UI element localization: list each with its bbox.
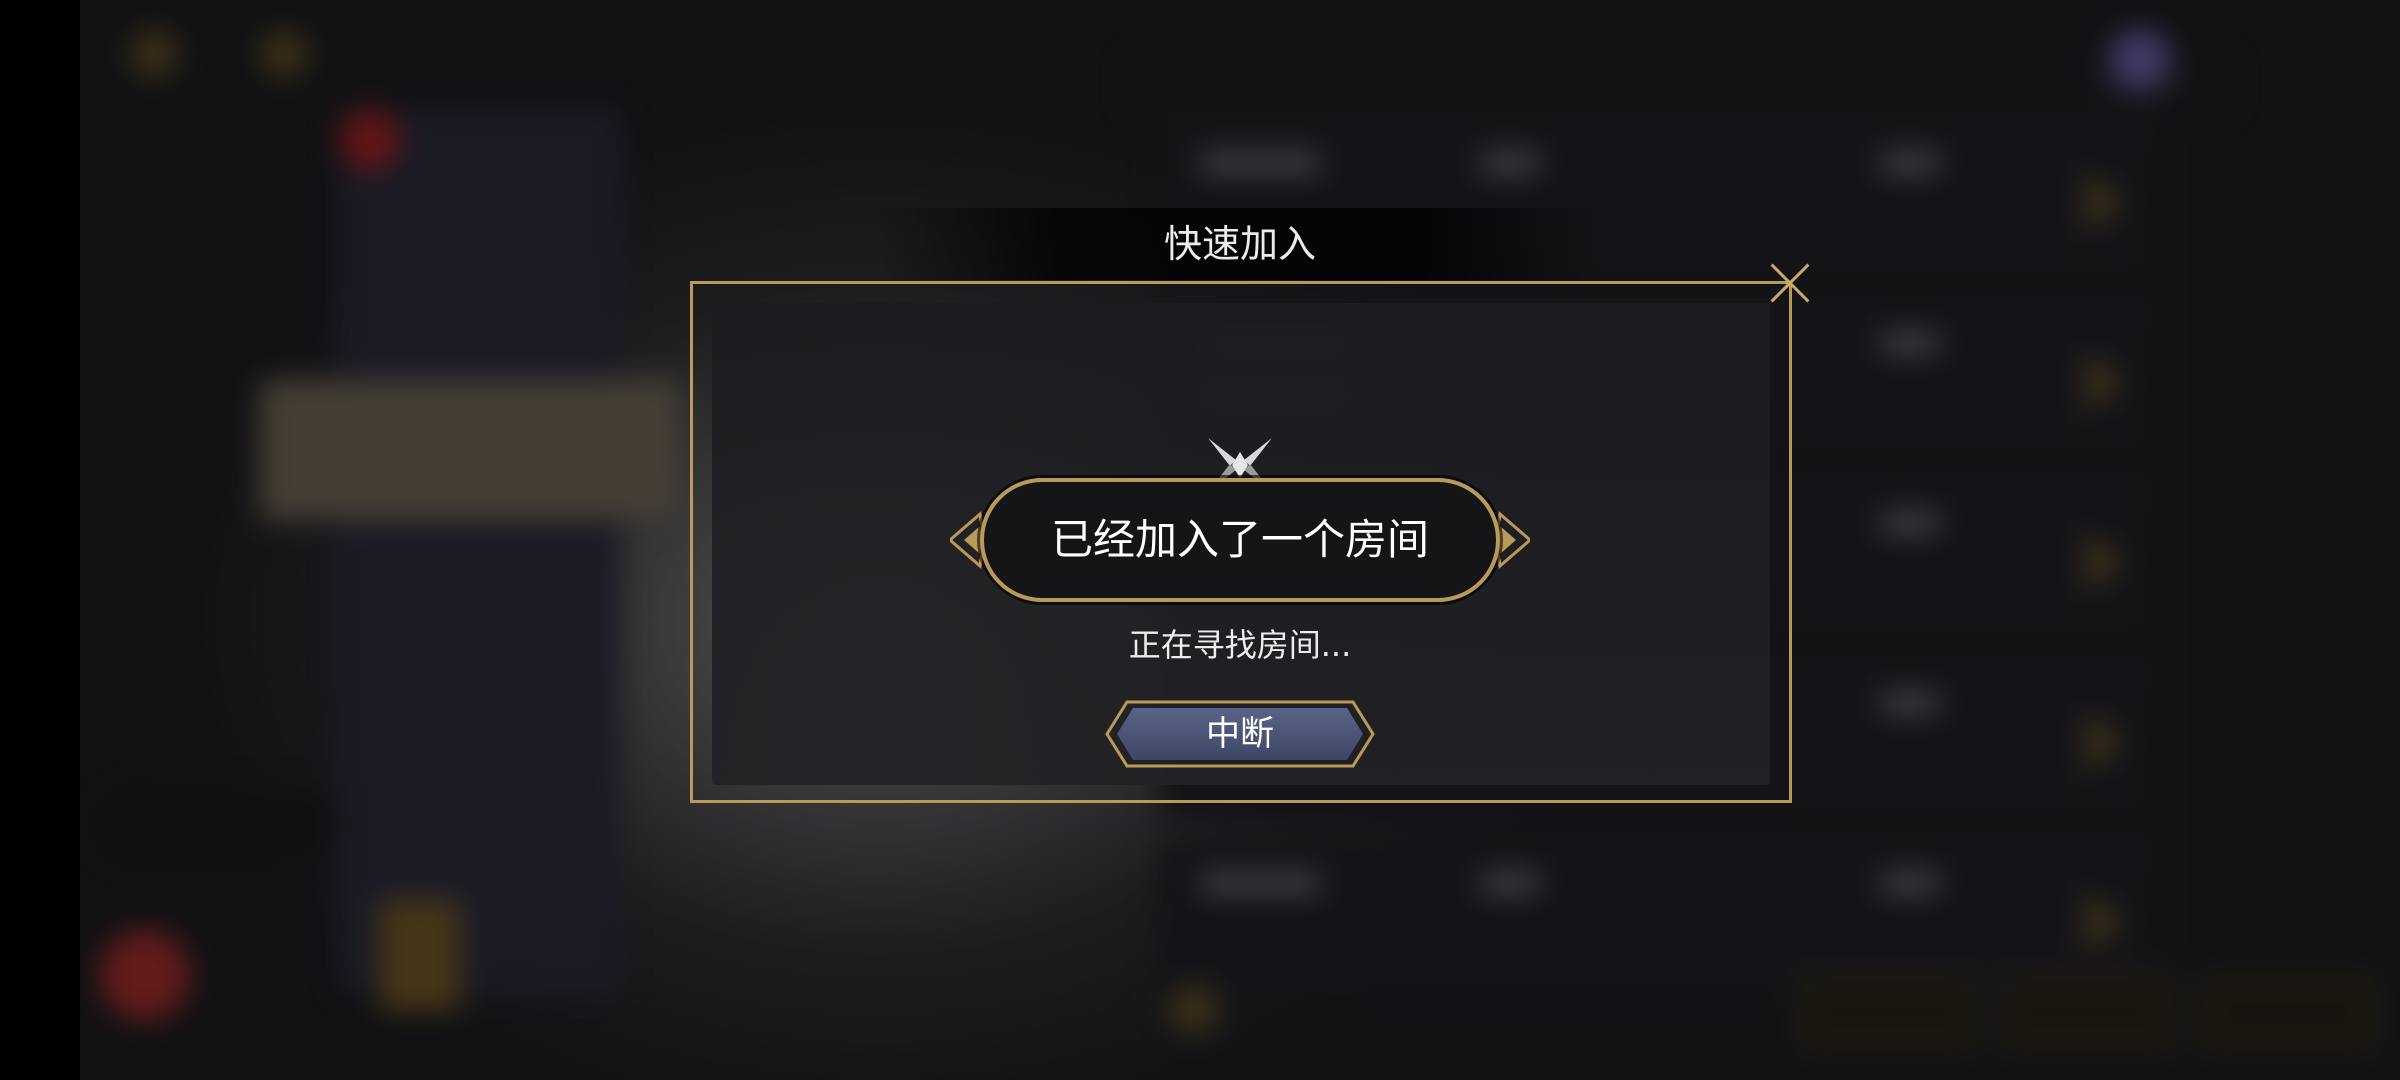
screen: 快速加入 已经加入了一个房间 正在寻找房间... 中断 xyxy=(0,0,2400,1080)
progress-text: 正在寻找房间... xyxy=(1128,626,1352,664)
interrupt-button[interactable]: 中断 xyxy=(1103,698,1377,770)
interrupt-button-label: 中断 xyxy=(1206,714,1274,754)
dialog-title: 快速加入 xyxy=(1163,222,1316,266)
status-message: 已经加入了一个房间 xyxy=(1050,515,1429,564)
status-banner: 已经加入了一个房间 xyxy=(980,478,1500,602)
close-icon[interactable] xyxy=(1765,258,1815,308)
